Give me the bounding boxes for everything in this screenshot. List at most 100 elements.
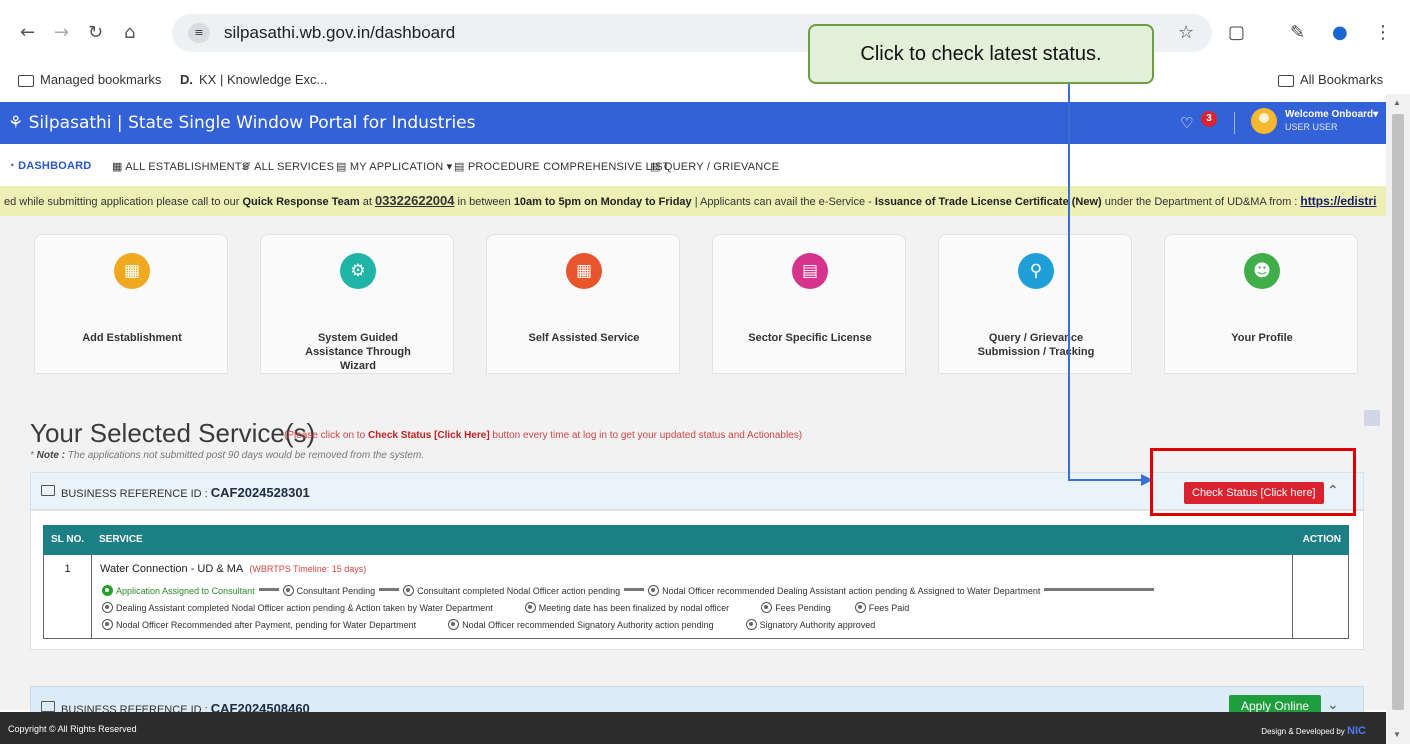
step-label: Nodal Officer recommended Dealing Assist… <box>662 586 1041 596</box>
kebab-menu-icon[interactable]: ⋮ <box>1374 22 1392 43</box>
wrench-icon: ✐ <box>242 161 255 173</box>
card-sector-license[interactable]: ▤ Sector Specific License <box>712 234 906 374</box>
card-add-establishment[interactable]: ▦ Add Establishment <box>34 234 228 374</box>
step-label: Fees Paid <box>868 603 910 613</box>
pen-icon[interactable]: ✎ <box>1290 22 1305 43</box>
services-table: SL NO. SERVICE ACTION 1 Water Connection… <box>30 510 1364 650</box>
ticker-hours: 10am to 5pm on Monday to Friday <box>513 196 692 208</box>
menu-label: ALL ESTABLISHMENTS <box>125 161 250 173</box>
card-query-grievance[interactable]: ⚲ Query / Grievance Submission / Trackin… <box>938 234 1132 374</box>
ref-label: BUSINESS REFERENCE ID : <box>61 488 208 500</box>
bookmark-managed[interactable]: Managed bookmarks <box>18 72 161 87</box>
scroll-up-icon[interactable]: ▲ <box>1393 98 1401 107</box>
radio-icon <box>648 585 660 596</box>
bell-icon[interactable]: ♡ <box>1180 114 1193 132</box>
profile-icon: ☻ <box>1244 253 1280 289</box>
ticker-link[interactable]: https://edistri <box>1300 194 1376 208</box>
service-timeline: (WBRTPS Timeline: 15 days) <box>249 564 367 574</box>
bookmark-label: KX | Knowledge Exc... <box>199 72 328 87</box>
radio-icon <box>761 602 773 613</box>
step-label: Consultant Pending <box>296 586 376 596</box>
ticker-text: at <box>359 196 375 208</box>
radio-icon <box>102 602 113 613</box>
hint-bold: Check Status [Click Here] <box>367 430 490 441</box>
menu-label: ALL SERVICES <box>254 161 335 173</box>
star-icon[interactable]: ☆ <box>1178 22 1194 43</box>
menu-dashboard[interactable]: ◔ DASHBOARD <box>8 160 91 172</box>
section-hint: (Please click on to Check Status [Click … <box>284 430 802 441</box>
radio-icon <box>282 585 294 596</box>
user-menu[interactable]: Welcome Onboard▾ USER USER <box>1285 108 1378 134</box>
back-arrow-icon[interactable]: ← <box>20 22 35 43</box>
extensions-icon[interactable]: ▢ <box>1228 22 1245 43</box>
step-connector <box>258 588 279 591</box>
nic-logo: NIC <box>1347 725 1366 737</box>
chevron-down-icon[interactable]: ⌄ <box>1327 697 1339 713</box>
radio-icon <box>524 602 536 613</box>
main-menu: ◔ DASHBOARD ▦ ALL ESTABLISHMENTS ✐ ALL S… <box>0 144 1386 186</box>
page-scrollbar[interactable]: ▲ ▼ <box>1386 94 1410 744</box>
welcome-text: Welcome Onboard <box>1285 109 1374 120</box>
menu-label: MY APPLICATION <box>349 161 444 173</box>
service-title: Water Connection - UD & MA <box>100 563 244 575</box>
folder-icon <box>1278 74 1294 87</box>
side-widget-icon[interactable] <box>1364 410 1380 426</box>
all-bookmarks[interactable]: All Bookmarks <box>1278 72 1383 87</box>
card-self-assisted[interactable]: ▦ Self Assisted Service <box>486 234 680 374</box>
radio-icon <box>854 602 866 613</box>
bookmark-label: Managed bookmarks <box>40 72 162 87</box>
list-icon <box>41 485 55 496</box>
avatar[interactable] <box>1251 108 1277 134</box>
status-step: Application Assigned to Consultant <box>102 583 255 600</box>
scroll-down-icon[interactable]: ▼ <box>1393 730 1401 739</box>
header-divider <box>1234 112 1235 134</box>
menu-my-application[interactable]: ▤ MY APPLICATION ▾ <box>336 160 452 173</box>
note-bold: Note : <box>36 450 66 461</box>
developer-text: Design & Developed by <box>1261 727 1345 736</box>
menu-all-services[interactable]: ✐ ALL SERVICES <box>242 160 334 173</box>
menu-query-grievance[interactable]: ▤ QUERY / GRIEVANCE <box>650 160 779 173</box>
status-step: Fees Paid <box>854 600 910 617</box>
status-step: Nodal Officer recommended Signatory Auth… <box>448 617 714 634</box>
step-connector <box>624 588 645 591</box>
forward-arrow-icon[interactable]: → <box>54 22 69 43</box>
row-action-cell <box>1292 555 1348 638</box>
url-text[interactable]: silpasathi.wb.gov.in/dashboard <box>224 23 455 43</box>
card-your-profile[interactable]: ☻ Your Profile <box>1164 234 1358 374</box>
reload-icon[interactable]: ↻ <box>88 22 103 43</box>
dashboard-icon: ◔ <box>8 160 19 172</box>
site-info-icon[interactable]: ≡ <box>188 23 210 43</box>
note-text: The applications not submitted post 90 d… <box>65 450 425 461</box>
developer-credit: Design & Developed by NIC <box>1261 725 1366 737</box>
card-label: Self Assisted Service <box>528 332 640 344</box>
service-name: Water Connection - UD & MA (WBRTPS Timel… <box>100 563 366 575</box>
profile-icon[interactable]: ● <box>1332 22 1348 43</box>
header-action: ACTION <box>1302 534 1341 545</box>
header-sl: SL NO. <box>51 534 85 545</box>
status-step: Meeting date has been finalized by nodal… <box>524 600 729 617</box>
card-label: System Guided Assistance Through Wizard <box>305 332 411 372</box>
all-bookmarks-label: All Bookmarks <box>1300 72 1384 87</box>
page-footer: Copyright © All Rights Reserved Design &… <box>0 712 1386 744</box>
note-prefix: * <box>30 450 37 461</box>
gear-icon: ⚙ <box>340 253 376 289</box>
step-label: Application Assigned to Consultant <box>116 586 255 596</box>
portal-title[interactable]: ⚘ Silpasathi | State Single Window Porta… <box>8 113 476 133</box>
hint-text: (Please click on to <box>284 430 368 441</box>
ticker-phone[interactable]: 03322622004 <box>375 193 455 208</box>
scroll-thumb[interactable] <box>1392 114 1404 710</box>
status-step: Consultant Pending <box>282 583 376 600</box>
home-icon[interactable]: ⌂ <box>124 22 135 43</box>
card-label: Your Profile <box>1231 332 1293 344</box>
menu-procedure-list[interactable]: ▤ PROCEDURE COMPREHENSIVE LIST <box>454 160 670 173</box>
ticker-text: under the Department of UD&MA from : <box>1101 196 1301 208</box>
ticker-text: in between <box>454 196 514 208</box>
status-steps: Application Assigned to Consultant Consul… <box>102 583 1292 634</box>
step-label: Dealing Assistant completed Nodal Office… <box>116 603 493 613</box>
highlight-frame <box>1150 448 1356 516</box>
card-guided-assistance[interactable]: ⚙ System Guided Assistance Through Wizar… <box>260 234 454 374</box>
menu-all-establishments[interactable]: ▦ ALL ESTABLISHMENTS <box>112 160 249 173</box>
header-service: SERVICE <box>99 534 143 545</box>
bookmark-kx[interactable]: D. KX | Knowledge Exc... <box>180 72 327 87</box>
license-icon: ▤ <box>792 253 828 289</box>
